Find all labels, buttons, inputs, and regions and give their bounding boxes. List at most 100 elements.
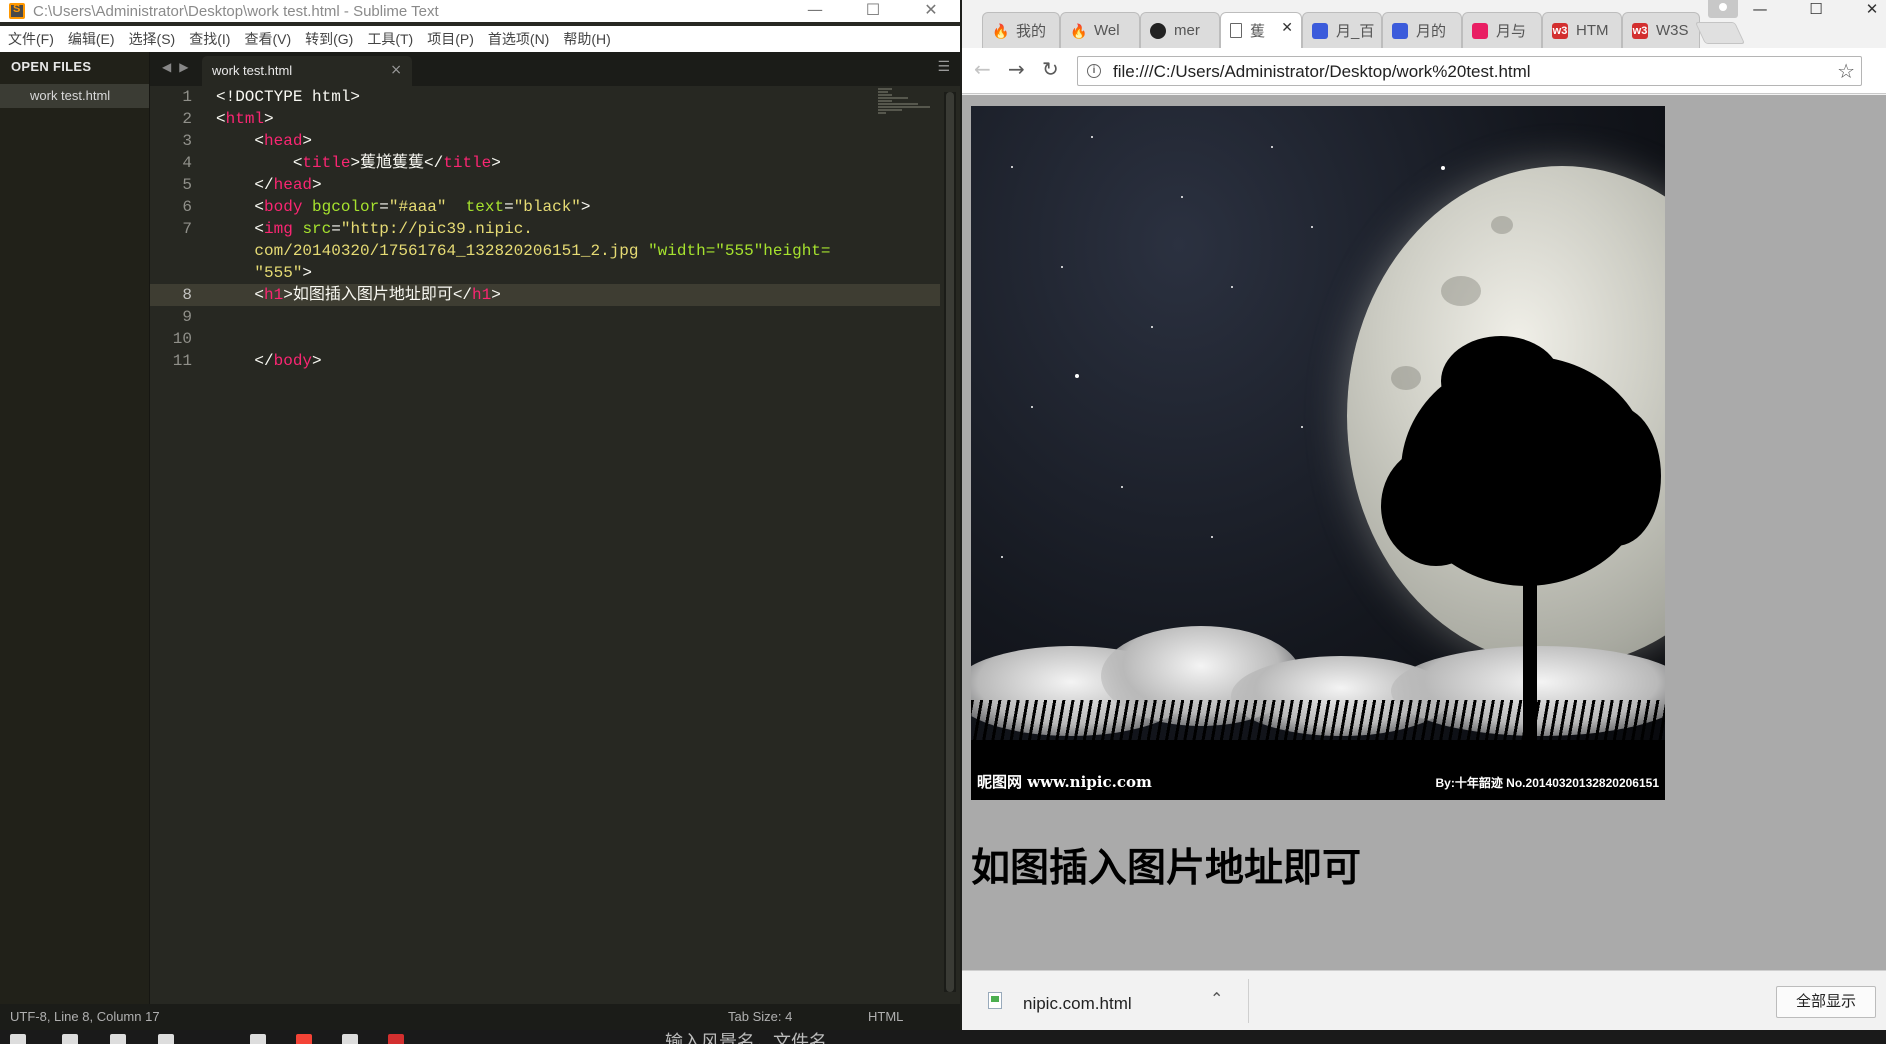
chrome-taskbar-icon[interactable] — [296, 1034, 312, 1044]
browser-tab[interactable]: 🔥 我的 — [982, 12, 1060, 48]
tab-work-test[interactable]: work test.html × — [202, 56, 412, 86]
tab-menu-icon[interactable]: ☰ — [937, 59, 950, 75]
browser-tab[interactable]: 月_百 — [1302, 12, 1382, 48]
sublime-taskbar-icon[interactable] — [342, 1034, 358, 1044]
code-line-3: <head> — [254, 132, 313, 150]
baidu-icon — [1312, 22, 1328, 39]
editor-tab-bar: ◀▶ work test.html × ☰ — [150, 52, 960, 86]
sublime-title-bar[interactable]: C:\Users\Administrator\Desktop\work test… — [0, 0, 960, 22]
start-icon[interactable] — [10, 1034, 26, 1044]
close-icon[interactable]: ✕ — [902, 0, 960, 22]
line-number: 1 — [182, 88, 192, 106]
sidebar-header: OPEN FILES — [11, 59, 92, 74]
tab-close-icon[interactable]: ✕ — [1281, 20, 1293, 36]
status-cursor-position: UTF-8, Line 8, Column 17 — [10, 1009, 160, 1024]
browser-tab-label: W3S — [1656, 22, 1689, 39]
desktop: C:\Users\Administrator\Desktop\work test… — [0, 0, 1886, 1044]
line-number-wrap — [150, 262, 210, 284]
reload-icon[interactable]: ↻ — [1042, 58, 1059, 80]
line-number: 3 — [182, 132, 192, 150]
browser-tab-label: mer — [1174, 22, 1200, 39]
address-url[interactable]: file:///C:/Users/Administrator/Desktop/w… — [1113, 62, 1531, 82]
browser-tab-label: 月与 — [1496, 23, 1527, 40]
browser-tab[interactable]: mer — [1140, 12, 1220, 48]
menu-find[interactable]: 查找(I) — [189, 29, 230, 49]
maximize-icon[interactable]: ☐ — [1788, 0, 1844, 20]
edge-icon[interactable] — [158, 1034, 174, 1044]
browser-tab[interactable]: w3 HTM — [1542, 12, 1622, 48]
menu-file[interactable]: 文件(F) — [8, 29, 54, 49]
sublime-window: C:\Users\Administrator\Desktop\work test… — [0, 0, 960, 1030]
moon-tree-image: 昵图网 www.nipic.com By:十年韶迹 No.20140320132… — [971, 106, 1665, 800]
browser-tab-label: 月的 — [1416, 23, 1447, 40]
sidebar-open-file[interactable]: work test.html — [0, 84, 149, 108]
menu-view[interactable]: 查看(V) — [244, 29, 291, 49]
line-number: 9 — [182, 308, 192, 326]
code-editor[interactable]: 1 2 3 4 5 6 7 8 9 10 11 <!DOCTYPE html> — [150, 86, 945, 1004]
baidu-icon — [1392, 22, 1408, 39]
show-all-downloads-button[interactable]: 全部显示 — [1776, 986, 1876, 1018]
app-icon[interactable] — [250, 1034, 266, 1044]
menu-edit[interactable]: 编辑(E) — [68, 29, 115, 49]
flame-icon: 🔥 — [992, 22, 1010, 39]
tab-nav-arrows-icon[interactable]: ◀▶ — [162, 60, 196, 74]
code-line-7: <img src="http://pic39.nipic. — [254, 220, 533, 238]
status-syntax[interactable]: HTML — [868, 1004, 903, 1030]
menu-goto[interactable]: 转到(G) — [305, 29, 353, 49]
browser-tab-label: 我的 — [1016, 23, 1047, 40]
menu-selection[interactable]: 选择(S) — [129, 29, 176, 49]
new-tab-button[interactable] — [1694, 22, 1746, 44]
task-view-icon[interactable] — [110, 1034, 126, 1044]
download-filename[interactable]: nipic.com.html — [1023, 994, 1132, 1014]
menu-help[interactable]: 帮助(H) — [563, 29, 610, 49]
app-icon[interactable] — [388, 1034, 404, 1044]
address-bar[interactable]: i file:///C:/Users/Administrator/Desktop… — [1077, 56, 1862, 86]
code-line-7-wrap: "555"> — [254, 264, 313, 282]
github-icon — [1150, 22, 1166, 39]
editor-scrollbar[interactable] — [944, 92, 956, 992]
minimize-icon[interactable]: — — [1732, 0, 1788, 20]
browser-tab[interactable]: 月与 — [1462, 12, 1542, 48]
minimap[interactable] — [878, 88, 930, 118]
menu-tools[interactable]: 工具(T) — [367, 29, 413, 49]
browser-tab[interactable]: w3 W3S — [1622, 12, 1700, 48]
info-icon[interactable]: i — [1087, 64, 1101, 78]
code-line-2: <html> — [216, 110, 274, 128]
close-icon[interactable]: ✕ — [1844, 0, 1886, 20]
tab-label: work test.html — [212, 63, 293, 78]
search-icon[interactable] — [62, 1034, 78, 1044]
chrome-tab-strip: 🔥 我的 🔥 Wel mer 蒦 ✕ 月_百 月的 月与 w3 HTM w3 W… — [962, 0, 1886, 48]
downloads-bar: nipic.com.html ⌃ 全部显示 — [962, 970, 1886, 1030]
menu-project[interactable]: 项目(P) — [427, 29, 474, 49]
taskbar-search-text[interactable]: 输入风景名，文件名 — [665, 1030, 827, 1044]
chrome-toolbar: ← → ↻ i file:///C:/Users/Administrator/D… — [962, 48, 1886, 94]
code-line-1: <!DOCTYPE html> — [216, 88, 361, 106]
minimize-icon[interactable]: — — [786, 0, 844, 22]
sublime-body: OPEN FILES work test.html ◀▶ work test.h… — [0, 52, 960, 1004]
menu-preferences[interactable]: 首选项(N) — [488, 29, 549, 49]
bookmark-star-icon[interactable]: ☆ — [1837, 59, 1855, 83]
nipic-icon — [1472, 22, 1488, 39]
code-line-4: <title>蒦馗蒦蒦</title> — [292, 154, 501, 172]
code-line-8: <h1>如图插入图片地址即可</h1> — [210, 284, 940, 306]
browser-tab-active[interactable]: 蒦 ✕ — [1220, 12, 1302, 48]
browser-tab[interactable]: 🔥 Wel — [1060, 12, 1140, 48]
line-number-gutter: 1 2 3 4 5 6 7 8 9 10 11 — [150, 86, 210, 1004]
scrollbar-thumb[interactable] — [946, 92, 954, 992]
tab-close-icon[interactable]: × — [390, 62, 402, 78]
code-line-5: </head> — [254, 176, 322, 194]
chevron-up-icon[interactable]: ⌃ — [1210, 989, 1223, 1008]
status-tab-size[interactable]: Tab Size: 4 — [728, 1004, 792, 1030]
forward-arrow-icon[interactable]: → — [1008, 58, 1025, 80]
line-number: 6 — [182, 198, 192, 216]
back-arrow-icon[interactable]: ← — [974, 58, 991, 80]
maximize-icon[interactable]: ☐ — [844, 0, 902, 22]
page-heading: 如图插入图片地址即可 — [971, 846, 1362, 891]
line-number-wrap — [150, 240, 210, 262]
code-text[interactable]: <!DOCTYPE html> <html> <head> <title>蒦馗蒦… — [210, 86, 940, 372]
line-number: 11 — [172, 352, 192, 370]
status-bar: UTF-8, Line 8, Column 17 Tab Size: 4 HTM… — [0, 1004, 960, 1030]
chrome-window: 🔥 我的 🔥 Wel mer 蒦 ✕ 月_百 月的 月与 w3 HTM w3 W… — [962, 0, 1886, 1030]
browser-tab[interactable]: 月的 — [1382, 12, 1462, 48]
